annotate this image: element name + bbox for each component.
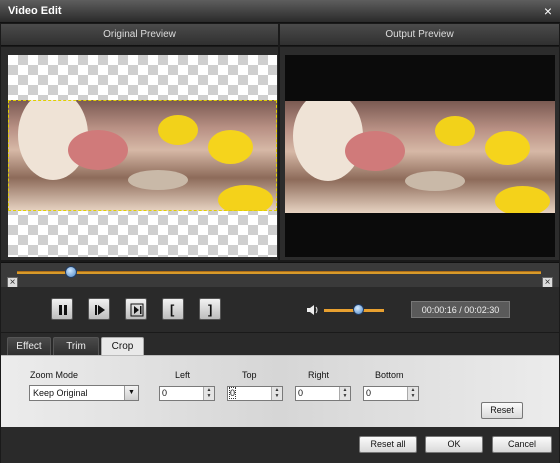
crop-frame[interactable] (8, 100, 277, 211)
volume-icon[interactable] (306, 303, 320, 317)
video-plate (405, 171, 465, 191)
output-video-frame (285, 101, 555, 213)
cancel-button[interactable]: Cancel (492, 436, 552, 453)
original-preview-pane (1, 47, 278, 260)
crop-left-value[interactable]: 0 (162, 388, 167, 398)
crop-right-value[interactable]: 0 (298, 388, 303, 398)
zoom-mode-value: Keep Original (33, 388, 88, 398)
left-label: Left (175, 370, 191, 380)
crop-top-value[interactable]: 0 (228, 387, 237, 399)
play-step-icon (95, 305, 105, 315)
zoom-mode-select[interactable]: Keep Original ▼ (29, 385, 139, 401)
video-hand (345, 131, 405, 171)
right-label: Right (308, 370, 330, 380)
spin-down-icon[interactable]: ▼ (204, 393, 214, 399)
time-display: 00:00:16 / 00:02:30 (411, 301, 510, 318)
output-preview-pane (280, 47, 559, 260)
ok-button[interactable]: OK (425, 436, 483, 453)
bottom-label: Bottom (375, 370, 404, 380)
crop-right-spinner[interactable]: 0 ▲ ▼ (295, 386, 351, 401)
crop-bottom-spinner[interactable]: 0 ▲ ▼ (363, 386, 419, 401)
mark-in-button[interactable]: [ (162, 298, 184, 320)
video-lemon (435, 116, 475, 146)
top-label: Top (242, 370, 257, 380)
timeline-playhead[interactable] (65, 266, 77, 278)
tab-effect[interactable]: Effect (7, 337, 51, 355)
window-title: Video Edit (8, 5, 62, 17)
pause-button[interactable] (51, 298, 73, 320)
chevron-down-icon[interactable]: ▼ (124, 386, 138, 400)
spinner-buttons[interactable]: ▲ ▼ (339, 387, 350, 400)
reset-button[interactable]: Reset (481, 402, 523, 419)
dialog-footer: Reset all OK Cancel (1, 427, 559, 463)
original-preview-header: Original Preview (1, 24, 278, 46)
next-frame-button[interactable] (125, 298, 147, 320)
close-icon[interactable]: × (544, 4, 552, 18)
spin-down-icon[interactable]: ▼ (408, 393, 418, 399)
pause-icon (59, 305, 67, 315)
reset-all-button[interactable]: Reset all (359, 436, 417, 453)
spin-down-icon[interactable]: ▼ (272, 393, 282, 399)
timeline-track[interactable] (17, 271, 541, 274)
playback-controls: [ ] 00:00:16 / 00:02:30 (1, 287, 559, 332)
volume-slider-thumb[interactable] (353, 304, 364, 315)
crop-left-spinner[interactable]: 0 ▲ ▼ (159, 386, 215, 401)
output-preview-header: Output Preview (280, 24, 559, 46)
video-lemon (485, 131, 530, 165)
tab-strip: Effect Trim Crop (1, 333, 559, 355)
next-frame-icon (130, 303, 144, 317)
mark-in-icon: [ (170, 302, 175, 317)
timeline: × × (1, 262, 559, 288)
spinner-buttons[interactable]: ▲ ▼ (271, 387, 282, 400)
zoom-mode-label: Zoom Mode (30, 370, 79, 380)
title-bar: Video Edit × (0, 0, 560, 23)
crop-top-spinner[interactable]: 0 ▲ ▼ (227, 386, 283, 401)
mark-out-icon: ] (208, 302, 213, 317)
mark-out-button[interactable]: ] (199, 298, 221, 320)
spinner-buttons[interactable]: ▲ ▼ (407, 387, 418, 400)
video-lemon (495, 186, 550, 213)
tab-crop[interactable]: Crop (101, 337, 144, 355)
crop-panel: Zoom Mode Keep Original ▼ Left 0 ▲ ▼ Top … (1, 355, 559, 427)
spinner-buttons[interactable]: ▲ ▼ (203, 387, 214, 400)
crop-bottom-value[interactable]: 0 (366, 388, 371, 398)
play-step-button[interactable] (88, 298, 110, 320)
tab-trim[interactable]: Trim (53, 337, 99, 355)
spin-down-icon[interactable]: ▼ (340, 393, 350, 399)
